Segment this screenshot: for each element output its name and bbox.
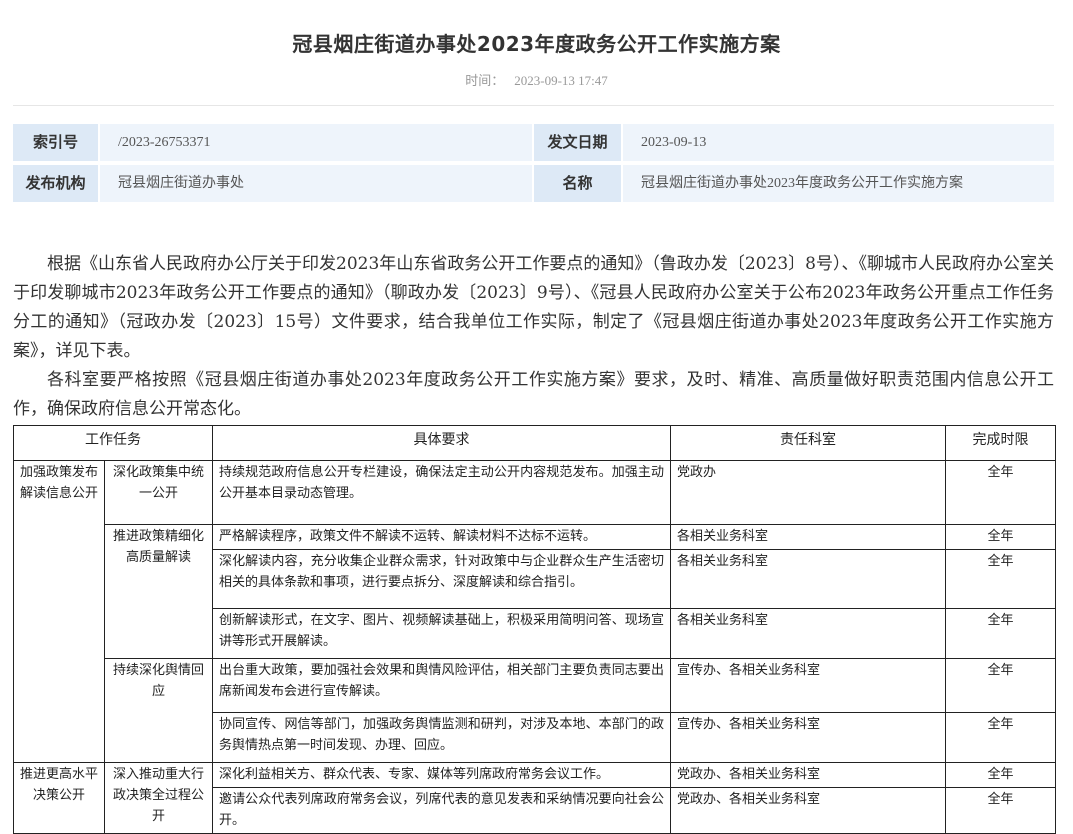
requirement-cell: 邀请公众代表列席政府常务会议，列席代表的意见发表和采纳情况要向社会公开。 <box>212 787 671 834</box>
header-deadline: 完成时限 <box>945 425 1056 461</box>
task-category: 推进更高水平决策公开 <box>13 762 105 834</box>
department-cell: 各相关业务科室 <box>670 524 946 550</box>
deadline-cell: 全年 <box>945 460 1056 525</box>
requirement-cell: 持续规范政府信息公开专栏建设，确保法定主动公开内容规范发布。加强主动公开基本目录… <box>212 460 671 525</box>
task-subcategory: 推进政策精细化高质量解读 <box>104 524 213 659</box>
department-cell: 宣传办、各相关业务科室 <box>670 712 946 763</box>
table-row: 推进更高水平决策公开 深入推动重大行政决策全过程公开 深化利益相关方、群众代表、… <box>13 762 1056 834</box>
page-title: 冠县烟庄街道办事处2023年度政务公开工作实施方案 <box>292 32 781 56</box>
requirement-cell: 出台重大政策，要加强社会效果和舆情风险评估，相关部门主要负责同志要出席新闻发布会… <box>212 658 671 713</box>
table-row: 推进政策精细化高质量解读 严格解读程序，政策文件不解读不运转、解读材料不达标不运… <box>14 524 1056 659</box>
requirement-cell: 严格解读程序，政策文件不解读不运转、解读材料不达标不运转。 <box>212 524 671 550</box>
department-cell: 党政办、各相关业务科室 <box>670 787 946 834</box>
department-cell: 党政办、各相关业务科室 <box>670 762 946 788</box>
requirement-cell: 深化利益相关方、群众代表、专家、媒体等列席政府常务会议工作。 <box>212 762 671 788</box>
title-divider <box>13 105 1054 106</box>
date-value: 2023-09-13 <box>623 124 1054 161</box>
task-table: 工作任务 具体要求 责任科室 完成时限 加强政策发布解读信息公开 深化政策集中统… <box>13 425 1056 834</box>
deadline-cell: 全年 <box>945 608 1056 659</box>
index-value: /2023-26753371 <box>100 124 532 161</box>
table-row: 持续深化舆情回应 出台重大政策，要加强社会效果和舆情风险评估，相关部门主要负责同… <box>14 658 1056 763</box>
publish-time-label: 时间： <box>465 74 505 89</box>
publish-time: 时间： 2023-09-13 17:47 <box>0 70 1073 89</box>
name-label: 名称 <box>534 165 621 202</box>
task-category: 加强政策发布解读信息公开 <box>13 460 105 763</box>
header-requirement: 具体要求 <box>212 425 671 461</box>
department-cell: 各相关业务科室 <box>670 549 946 609</box>
meta-row: 索引号 /2023-26753371 发文日期 2023-09-13 <box>13 124 1054 161</box>
org-value: 冠县烟庄街道办事处 <box>100 165 532 202</box>
date-label: 发文日期 <box>534 124 621 161</box>
task-subcategory: 深化政策集中统一公开 <box>104 460 213 525</box>
deadline-cell: 全年 <box>945 787 1056 834</box>
meta-row: 发布机构 冠县烟庄街道办事处 名称 冠县烟庄街道办事处2023年度政务公开工作实… <box>13 165 1054 202</box>
header-task: 工作任务 <box>13 425 213 461</box>
deadline-cell: 全年 <box>945 762 1056 788</box>
task-subcategory: 深入推动重大行政决策全过程公开 <box>104 762 213 834</box>
body-paragraph: 各科室要严格按照《冠县烟庄街道办事处2023年度政务公开工作实施方案》要求，及时… <box>13 370 1054 419</box>
body-paragraph: 根据《山东省人民政府办公厅关于印发2023年山东省政务公开工作要点的通知》（鲁政… <box>13 254 1054 361</box>
requirement-cell: 创新解读形式，在文字、图片、视频解读基础上，积极采用简明问答、现场宣讲等形式开展… <box>212 608 671 659</box>
index-label: 索引号 <box>13 124 98 161</box>
department-cell: 各相关业务科室 <box>670 608 946 659</box>
table-header-row: 工作任务 具体要求 责任科室 完成时限 <box>13 425 1056 461</box>
table-row: 加强政策发布解读信息公开 深化政策集中统一公开 持续规范政府信息公开专栏建设，确… <box>13 460 1056 763</box>
deadline-cell: 全年 <box>945 524 1056 550</box>
deadline-cell: 全年 <box>945 549 1056 609</box>
deadline-cell: 全年 <box>945 712 1056 763</box>
requirement-cell: 协同宣传、网信等部门，加强政务舆情监测和研判，对涉及本地、本部门的政务舆情热点第… <box>212 712 671 763</box>
task-subcategory: 持续深化舆情回应 <box>104 658 213 763</box>
department-cell: 宣传办、各相关业务科室 <box>670 658 946 713</box>
department-cell: 党政办 <box>670 460 946 525</box>
header-department: 责任科室 <box>670 425 946 461</box>
name-value: 冠县烟庄街道办事处2023年度政务公开工作实施方案 <box>623 165 1054 202</box>
requirement-cell: 深化解读内容，充分收集企业群众需求，针对政策中与企业群众生产生活密切相关的具体条… <box>212 549 671 609</box>
org-label: 发布机构 <box>13 165 98 202</box>
publish-time-value: 2023-09-13 17:47 <box>514 73 608 88</box>
deadline-cell: 全年 <box>945 658 1056 713</box>
